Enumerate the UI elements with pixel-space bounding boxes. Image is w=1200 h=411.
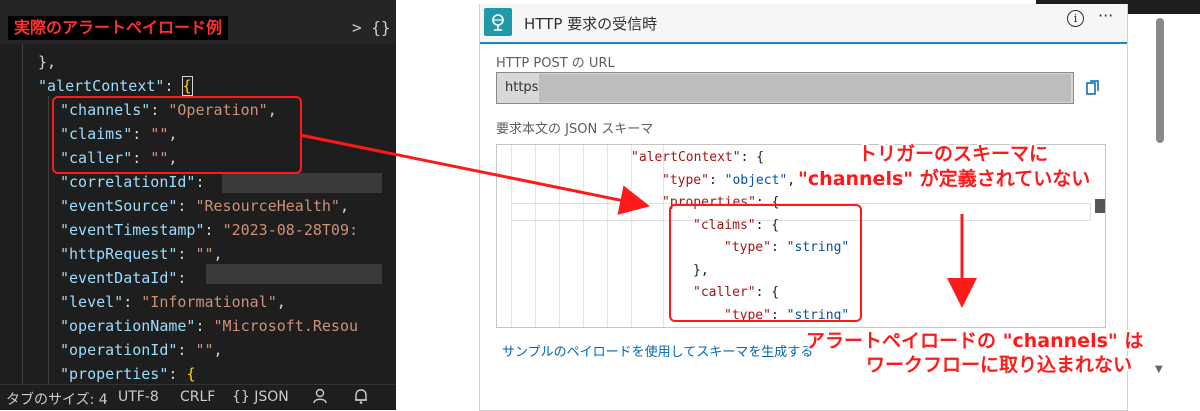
indent-guide [48,96,49,384]
info-icon[interactable]: i [1067,10,1084,27]
schema-line: "type": "object", [662,170,795,192]
json-key: "eventDataId" [60,269,178,287]
sample-payload-caption: 実際のアラートペイロード例 [8,16,229,40]
annotation-top-line1: トリガーのスキーマに [858,143,1049,165]
json-value: "Informational" [141,293,277,311]
json-key: "properties" [60,365,169,383]
copy-icon[interactable] [1086,80,1100,96]
json-punct: , [276,293,286,311]
schema-colon: : [740,150,757,165]
json-key: "operationName" [60,317,196,335]
generate-schema-link[interactable]: サンプルのペイロードを使用してスキーマを生成する [502,341,813,360]
schema-colon: : [708,172,725,188]
more-options-icon[interactable]: ··· [1098,6,1113,25]
breadcrumb-chevron[interactable]: > {} [352,18,391,37]
schema-punct: { [756,150,765,165]
code-line: "alertContext": { [38,74,193,98]
language-status[interactable]: {} JSON [232,389,289,405]
schema-scroll-marker[interactable] [1095,199,1105,213]
json-key: "level" [60,293,124,311]
code-line: "operationId": "", [60,338,223,362]
indent-guide [607,145,608,327]
json-value: "" [195,341,214,359]
schema-properties-highlight-frame [669,204,862,322]
channels-highlight-frame [52,96,302,174]
person-feedback-icon[interactable] [312,387,330,409]
annotation-bottom-line2: ワークフローに取り込まれない [866,354,1133,376]
json-colon: }, [38,53,57,71]
scroll-down-icon[interactable]: ▼ [1155,364,1163,375]
json-colon: : [177,197,196,215]
tab-size-status[interactable]: タブのサイズ: 4 [6,389,108,409]
redacted-url [539,74,1071,102]
json-punct: , [213,341,223,359]
code-line: }, [38,50,56,74]
eol-status[interactable]: CRLF [180,389,215,405]
json-colon: : [123,293,142,311]
json-punct: , [213,245,223,263]
status-bar: タブのサイズ: 4 UTF-8 CRLF {} JSON [0,384,396,410]
schema-value: "object" [724,172,788,188]
code-line: "eventSource": "ResourceHealth", [60,194,349,218]
json-value: "ResourceHealth" [195,197,340,215]
annotation-bottom-line1: アラートペイロードの "channels" は [806,330,1144,352]
schema-key: "type" [662,172,709,188]
code-line: "eventTimestamp": "2023-08-28T09: [60,218,358,242]
code-line: "level": "Informational", [60,290,286,314]
redacted-value [206,264,382,284]
editor-title-bar: 実際のアラートペイロード例 > {} [0,0,396,44]
json-colon: : [164,77,183,95]
indent-guide [631,145,632,327]
json-colon: : [195,173,214,191]
schema-label: 要求本文の JSON スキーマ [496,122,654,137]
json-key: "eventTimestamp" [60,221,205,239]
json-punct: { [186,365,196,383]
schema-line: "alertContext": { [631,147,764,169]
redacted-value [222,173,382,193]
trigger-title: HTTP 要求の受信時 [524,15,658,33]
json-key: "httpRequest" [60,245,178,263]
url-label: HTTP POST の URL [496,56,615,71]
code-line: "httpRequest": "", [60,242,223,266]
indent-guide [22,44,23,384]
json-colon: : [177,245,196,263]
json-punct: , [339,197,349,215]
schema-punct: , [787,172,796,188]
trigger-card-header[interactable]: HTTP 要求の受信時 i ··· [480,4,1127,44]
code-line: "operationName": "Microsoft.Resou [60,314,358,338]
scrollbar-thumb[interactable] [1156,18,1164,143]
url-prefix: https: [505,80,543,95]
encoding-status[interactable]: UTF-8 [118,389,159,405]
indent-guide [535,145,536,327]
json-colon: : [204,221,223,239]
http-post-url-field[interactable]: https: [496,72,1074,104]
json-key: "alertContext" [38,77,165,95]
page-scrollbar[interactable]: ▼ [1152,14,1168,384]
indent-guide [559,145,560,327]
bell-icon[interactable] [352,387,370,409]
schema-line: }, [693,327,709,328]
json-value: "Microsoft.Resou [213,317,359,335]
code-line: "properties": { [60,362,195,386]
indent-guide [511,145,512,327]
json-colon: : [177,269,196,287]
json-colon: : [177,341,196,359]
json-key: "eventSource" [60,197,178,215]
code-editor-panel: 実際のアラートペイロード例 > {} }, "alertContext": { "c… [0,0,396,410]
json-key: "operationId" [60,341,178,359]
json-key: "correlationId" [60,173,196,191]
indent-guide [583,145,584,327]
annotation-top-line2: "channels" が定義されていない [798,168,1091,190]
json-colon: : [195,317,214,335]
code-line: "eventDataId": [60,266,195,290]
json-value: "" [195,245,214,263]
http-trigger-icon [484,8,512,36]
json-punct: { [181,76,193,96]
json-colon: : [168,365,187,383]
json-value: "2023-08-28T09: [222,221,359,239]
schema-key: "alertContext" [631,150,741,165]
